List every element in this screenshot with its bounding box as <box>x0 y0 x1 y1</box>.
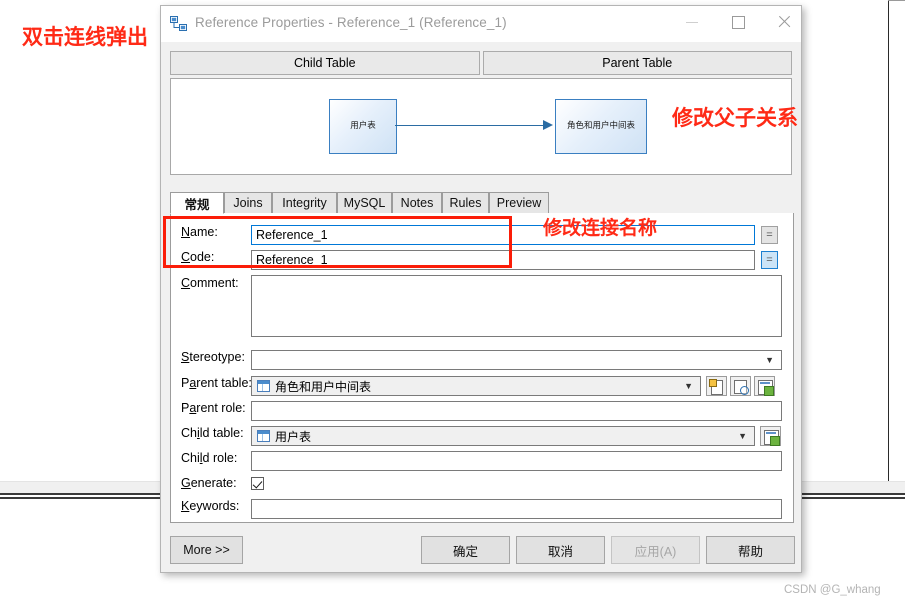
apply-button: 应用(A) <box>611 536 700 564</box>
child-table-label: Child table: <box>181 426 244 440</box>
annotation-modify-link-name: 修改连接名称 <box>543 217 658 239</box>
child-table-combobox[interactable]: 用户表 ▼ <box>251 426 755 446</box>
generate-row: Generate: <box>171 476 783 490</box>
maximize-icon <box>732 16 745 29</box>
parent-table-header-label: Parent Table <box>602 56 673 70</box>
name-equals-label: = <box>766 229 773 241</box>
parent-role-row: Parent role: <box>171 401 783 421</box>
tab-preview-label: Preview <box>496 196 542 210</box>
child-table-value: 用户表 <box>275 429 312 444</box>
diagram-child-table-label: 用户表 <box>350 120 376 131</box>
stereotype-combobox[interactable]: ▼ <box>251 350 782 370</box>
code-equals-label: = <box>766 254 773 266</box>
tab-general-label: 常规 <box>184 197 210 212</box>
diagram-parent-table-box[interactable]: 角色和用户中间表 <box>555 99 647 154</box>
apply-button-label: 应用(A) <box>634 544 677 559</box>
diagram-child-table-box[interactable]: 用户表 <box>329 99 397 154</box>
comment-label: Comment: <box>181 276 239 290</box>
child-table-header-label: Child Table <box>293 56 356 70</box>
help-button[interactable]: 帮助 <box>706 536 795 564</box>
parent-table-label: Parent table: <box>181 376 252 390</box>
properties-icon <box>758 380 774 396</box>
parent-role-input[interactable] <box>251 401 782 421</box>
tab-preview[interactable]: Preview <box>489 192 549 214</box>
diagram-parent-table-label: 角色和用户中间表 <box>566 120 635 131</box>
diagram-link-line <box>395 125 549 126</box>
diagram-link-arrow-icon <box>543 120 553 130</box>
name-equals-button[interactable]: = <box>761 226 778 244</box>
chevron-down-icon: ▼ <box>738 430 747 441</box>
code-equals-button[interactable]: = <box>761 251 778 269</box>
tab-rules[interactable]: Rules <box>442 192 489 214</box>
tab-integrity-label: Integrity <box>282 196 327 210</box>
maximize-button[interactable] <box>715 6 761 37</box>
keywords-input[interactable] <box>251 499 782 519</box>
annotation-modify-parent-child: 修改父子关系 <box>672 106 798 130</box>
parent-role-label: Parent role: <box>181 401 246 415</box>
properties-icon <box>764 430 780 446</box>
generate-checkbox[interactable] <box>251 476 264 490</box>
parent-table-browse-button[interactable] <box>730 376 751 396</box>
minimize-button[interactable] <box>669 6 715 37</box>
table-icon <box>257 430 270 442</box>
comment-value <box>252 276 781 280</box>
minimize-icon <box>686 22 698 23</box>
dialog-title: Reference Properties - Reference_1 (Refe… <box>195 15 507 30</box>
child-role-row: Child role: <box>171 451 783 471</box>
background-vertical-rule <box>888 0 889 492</box>
tab-integrity[interactable]: Integrity <box>272 192 337 214</box>
tab-notes-label: Notes <box>400 196 434 210</box>
tab-general[interactable]: 常规 <box>170 192 224 214</box>
tab-mysql-label: MySQL <box>343 196 386 210</box>
annotation-double-click-line: 双击连线弹出 <box>22 25 148 49</box>
child-table-row: Child table: 用户表 ▼ <box>171 426 783 446</box>
child-table-header-button[interactable]: Child Table <box>170 51 480 75</box>
stereotype-label: Stereotype: <box>181 350 245 364</box>
dialog-titlebar[interactable]: Reference Properties - Reference_1 (Refe… <box>161 6 801 42</box>
keywords-label: Keywords: <box>181 499 240 513</box>
table-icon <box>257 380 270 392</box>
chevron-down-icon: ▼ <box>765 354 774 365</box>
background-top-rule <box>888 0 905 1</box>
parent-table-combobox[interactable]: 角色和用户中间表 ▼ <box>251 376 701 396</box>
new-document-icon <box>709 379 723 395</box>
cancel-button-label: 取消 <box>547 544 573 559</box>
more-button-label: More >> <box>183 543 230 557</box>
keywords-row: Keywords: <box>171 499 783 519</box>
parent-table-properties-button[interactable] <box>754 376 775 396</box>
cancel-button[interactable]: 取消 <box>516 536 605 564</box>
help-button-label: 帮助 <box>737 544 763 559</box>
generate-label: Generate: <box>181 476 237 490</box>
tab-strip: 常规 Joins Integrity MySQL Notes Rules Pre… <box>170 192 792 214</box>
chevron-down-icon: ▼ <box>684 380 693 391</box>
watermark: CSDN @G_whang <box>784 584 881 596</box>
comment-textarea[interactable] <box>251 275 782 337</box>
ok-button-label: 确定 <box>452 544 478 559</box>
tab-notes[interactable]: Notes <box>392 192 442 214</box>
close-button[interactable] <box>761 6 807 37</box>
parent-table-row: Parent table: 角色和用户中间表 ▼ <box>171 376 783 396</box>
ok-button[interactable]: 确定 <box>421 536 510 564</box>
reference-properties-dialog: Reference Properties - Reference_1 (Refe… <box>160 5 802 573</box>
reference-relationship-icon <box>170 16 187 31</box>
annotation-highlight-box-name-code <box>163 216 512 268</box>
parent-table-new-button[interactable] <box>706 376 727 396</box>
stereotype-row: Stereotype: ▼ <box>171 350 783 370</box>
child-table-properties-button[interactable] <box>760 426 781 446</box>
parent-table-header-button[interactable]: Parent Table <box>482 51 792 75</box>
browse-magnifier-icon <box>734 380 749 395</box>
tab-joins-label: Joins <box>233 196 263 210</box>
child-role-label: Child role: <box>181 451 238 465</box>
more-button[interactable]: More >> <box>170 536 243 564</box>
parent-table-value: 角色和用户中间表 <box>275 379 372 394</box>
table-header-buttons: Child Table Parent Table <box>170 51 792 75</box>
tab-rules-label: Rules <box>449 196 482 210</box>
dialog-button-bar: More >> 确定 取消 应用(A) 帮助 <box>161 528 801 572</box>
tab-joins[interactable]: Joins <box>224 192 272 214</box>
tab-mysql[interactable]: MySQL <box>337 192 392 214</box>
child-role-input[interactable] <box>251 451 782 471</box>
